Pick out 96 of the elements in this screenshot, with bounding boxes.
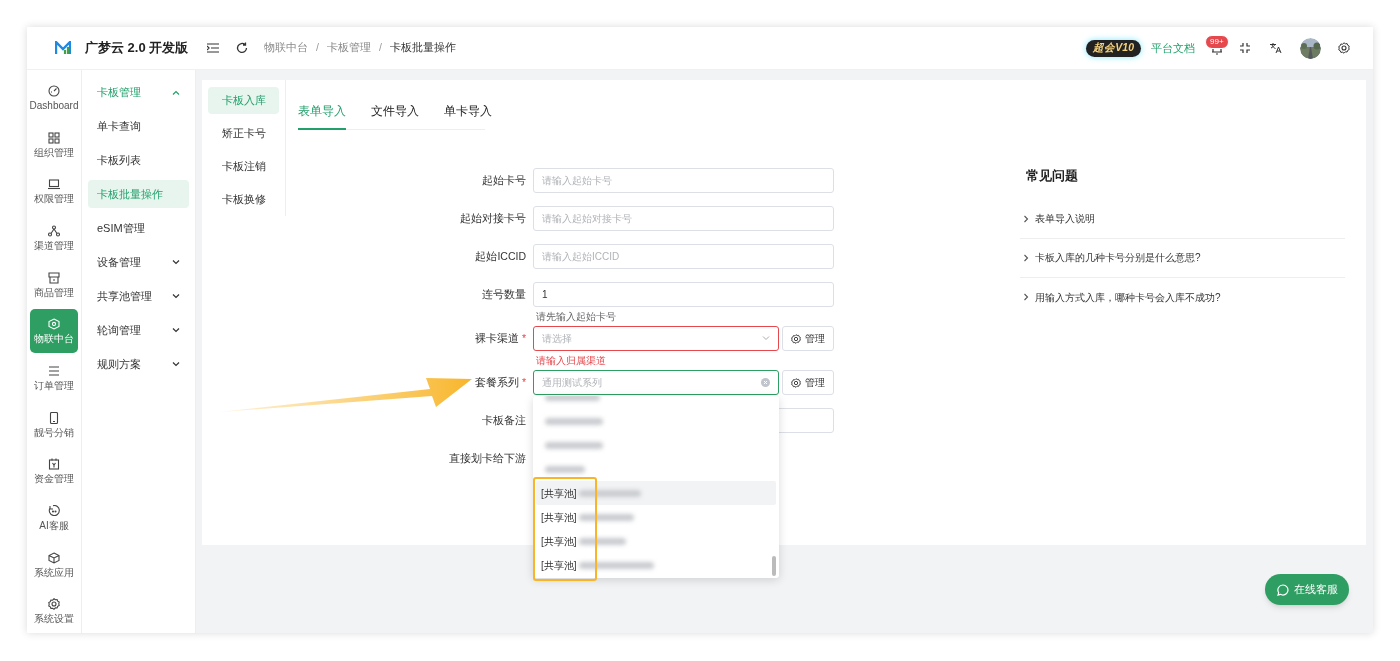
- chevron-up-icon: [172, 89, 180, 95]
- field-label: 卡板备注: [481, 412, 526, 428]
- refresh-icon: [48, 504, 60, 517]
- app-title: 广梦云 2.0 开发版: [85, 39, 189, 58]
- chat-icon: [1276, 583, 1289, 596]
- chevron-right-icon: [1024, 253, 1029, 262]
- nav-item[interactable]: 系统设置: [30, 589, 78, 633]
- input-field[interactable]: 请输入起始对接卡号: [533, 206, 834, 231]
- dropdown-option[interactable]: [共享池]: [536, 481, 776, 505]
- nav-item[interactable]: 权限管理: [30, 169, 78, 213]
- field-hint: 请先输入起始卡号: [536, 310, 616, 324]
- side-tab[interactable]: 卡板注销: [208, 153, 279, 180]
- fullscreen-icon[interactable]: [1240, 43, 1250, 53]
- chevron-right-icon: [1024, 214, 1029, 223]
- chevron-down-icon: [172, 293, 180, 299]
- sidebar-item[interactable]: 共享池管理: [88, 282, 189, 310]
- nav-item[interactable]: Dashboard: [30, 76, 78, 120]
- blurred-text: [578, 513, 634, 521]
- translate-icon[interactable]: [1270, 42, 1282, 54]
- tab[interactable]: 表单导入: [298, 102, 346, 130]
- nav-item[interactable]: AI客服: [30, 496, 78, 540]
- field-label: 直接划卡给下游: [448, 450, 526, 466]
- field-label: 起始卡号: [481, 172, 526, 188]
- nav-item[interactable]: 商品管理: [30, 262, 78, 307]
- settings-icon: [48, 598, 60, 611]
- dashboard-icon: [48, 84, 60, 97]
- settings-icon[interactable]: [1338, 42, 1350, 54]
- field-label: 起始ICCID: [474, 248, 526, 264]
- blurred-text: [545, 441, 603, 449]
- manage-button[interactable]: 管理: [782, 326, 834, 351]
- store-icon: [48, 271, 60, 284]
- nav-item[interactable]: 组织管理: [30, 122, 78, 167]
- membership-badge[interactable]: 超会V10: [1086, 39, 1141, 57]
- nav-item[interactable]: 系统应用: [30, 542, 78, 587]
- blurred-text: [545, 465, 585, 473]
- error-message: 请输入归属渠道: [536, 354, 606, 368]
- sidebar-item[interactable]: 卡板列表: [88, 146, 189, 174]
- settings-icon: [791, 333, 801, 344]
- docs-link[interactable]: 平台文档: [1151, 39, 1195, 57]
- tab[interactable]: 文件导入: [371, 102, 419, 130]
- faq-item[interactable]: 用输入方式入库，哪种卡号会入库不成功?: [1020, 277, 1345, 317]
- logo-icon: [55, 41, 71, 55]
- sidebar-item[interactable]: 轮询管理: [88, 316, 189, 344]
- cube-icon: [48, 318, 60, 331]
- notification-badge: 99+: [1205, 35, 1229, 49]
- field-label: 起始对接卡号: [459, 210, 526, 226]
- sidebar-item[interactable]: 设备管理: [88, 248, 189, 276]
- refresh-icon[interactable]: [236, 42, 248, 54]
- input-field[interactable]: 请输入起始ICCID: [533, 244, 834, 269]
- side-tab[interactable]: 矫正卡号: [208, 120, 279, 147]
- field-label: 连号数量: [481, 286, 526, 302]
- settings-icon: [791, 377, 801, 388]
- faq-item[interactable]: 表单导入说明: [1020, 199, 1345, 239]
- field-label: 套餐系列 *: [473, 374, 526, 390]
- chevron-down-icon: [172, 327, 180, 333]
- grid-icon: [48, 131, 60, 144]
- chevron-right-icon: [1024, 293, 1029, 301]
- chevron-down-icon: [762, 336, 770, 341]
- calendar-icon: [48, 458, 60, 471]
- breadcrumb-separator: /: [378, 40, 382, 56]
- faq-item[interactable]: 卡板入库的几种卡号分别是什么意思?: [1020, 238, 1345, 278]
- box-icon: [48, 551, 60, 564]
- chevron-down-icon: [172, 361, 180, 367]
- dropdown-option[interactable]: [共享池]: [536, 529, 776, 553]
- dropdown-option[interactable]: [共享池]: [536, 505, 776, 529]
- chevron-down-icon: [172, 259, 180, 265]
- manage-button[interactable]: 管理: [782, 370, 834, 395]
- sidebar-item[interactable]: 规则方案: [88, 350, 189, 378]
- blurred-text: [545, 417, 603, 425]
- dropdown-option[interactable]: [共享池]: [536, 553, 776, 577]
- phone-icon: [48, 411, 60, 424]
- sidebar-item[interactable]: 卡板管理: [88, 78, 189, 106]
- tab[interactable]: 单卡导入: [444, 102, 492, 130]
- breadcrumb-link[interactable]: 物联中台: [264, 40, 308, 56]
- nav-item[interactable]: 订单管理: [30, 356, 78, 400]
- section-title: 常见问题: [1025, 167, 1078, 185]
- breadcrumb-separator: /: [316, 40, 319, 56]
- sidebar-item[interactable]: eSIM管理: [88, 214, 189, 242]
- menu-collapse-icon[interactable]: [207, 43, 219, 53]
- side-tab[interactable]: 卡板换修: [208, 186, 279, 213]
- blurred-text: [578, 489, 641, 497]
- scrollbar-thumb[interactable]: [772, 556, 776, 576]
- blurred-text: [545, 396, 600, 401]
- input-field[interactable]: 请输入起始卡号: [533, 168, 834, 193]
- field-label: 裸卡渠道 *: [473, 330, 526, 346]
- breadcrumb-link[interactable]: 卡板管理: [326, 40, 371, 56]
- blurred-text: [578, 537, 626, 545]
- list-icon: [48, 364, 60, 377]
- nav-item[interactable]: 靓号分销: [30, 402, 78, 447]
- laptop-icon: [48, 178, 60, 191]
- input-field[interactable]: 1: [533, 282, 834, 307]
- nav-item[interactable]: 渠道管理: [30, 216, 78, 260]
- nav-item[interactable]: 资金管理: [30, 449, 78, 494]
- network-icon: [48, 224, 60, 237]
- breadcrumb-link[interactable]: 卡板批量操作: [389, 40, 456, 56]
- sidebar-item[interactable]: 单卡查询: [88, 112, 189, 140]
